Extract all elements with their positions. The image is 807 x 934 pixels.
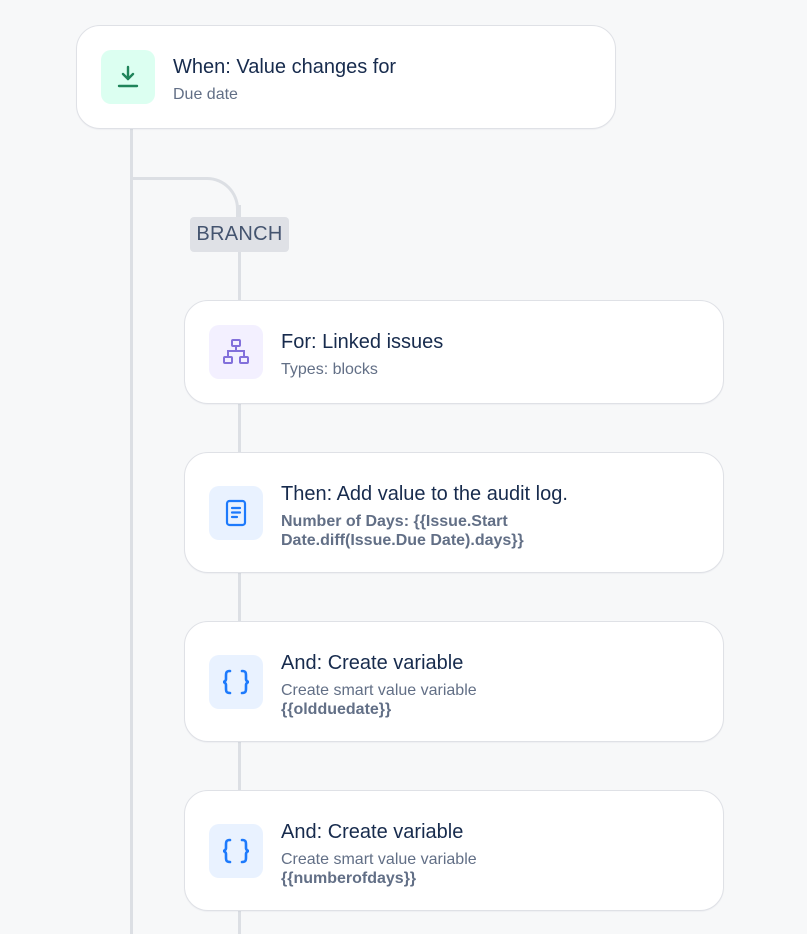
step-card-create-variable[interactable]: And: Create variable Create smart value … [184,621,724,742]
step-icon-box [209,655,263,709]
branch-line-after-step-4 [238,910,241,934]
step-detail: {{oldduedate}} [281,701,392,718]
branch-line-step-2-to-3 [238,572,241,622]
step-title: Then: Add value to the audit log. [281,483,568,505]
trigger-subtitle: Due date [173,86,238,103]
step-icon-box [209,824,263,878]
step-detail-line-2: Date.diff(Issue.Due Date).days}} [281,532,524,549]
curly-braces-icon [222,838,250,864]
step-title: And: Create variable [281,652,464,674]
step-subtitle: Create smart value variable [281,682,477,699]
step-card-audit-log[interactable]: Then: Add value to the audit log. Number… [184,452,724,573]
document-icon [225,499,247,527]
branch-connector [131,177,239,217]
curly-braces-icon [222,669,250,695]
branch-line-to-step-1 [238,252,241,301]
download-arrow-icon [117,65,139,88]
step-title: And: Create variable [281,821,464,843]
hierarchy-icon [223,339,249,364]
trigger-icon-box [101,50,155,104]
step-card-create-variable[interactable]: And: Create variable Create smart value … [184,790,724,911]
branch-line-step-3-to-4 [238,741,241,791]
branch-line-step-1-to-2 [238,403,241,453]
step-card-linked-issues[interactable]: For: Linked issues Types: blocks [184,300,724,404]
step-icon-box [209,486,263,540]
trigger-card[interactable]: When: Value changes for Due date [76,25,616,129]
step-detail-line-1: Number of Days: {{Issue.Start [281,513,508,530]
main-flow-line [130,128,133,934]
branch-label[interactable]: BRANCH [190,217,289,252]
branch-line-to-label [238,205,241,217]
trigger-title: When: Value changes for [173,56,397,78]
step-detail: {{numberofdays}} [281,870,417,887]
step-subtitle: Create smart value variable [281,851,477,868]
step-title: For: Linked issues [281,331,444,353]
step-subtitle: Types: blocks [281,361,378,378]
step-icon-box [209,325,263,379]
